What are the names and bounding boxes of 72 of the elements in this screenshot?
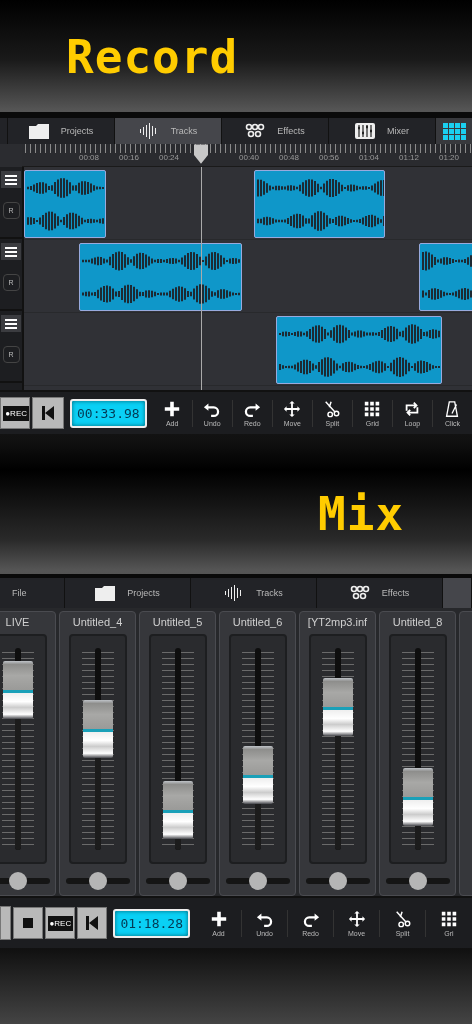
fader-handle[interactable]: [242, 746, 273, 805]
tab[interactable]: Tracks: [191, 578, 317, 608]
record-button[interactable]: ●REC: [0, 397, 30, 429]
time-display: 01:18.28: [113, 908, 190, 938]
channel-name: [YT2mp3.inf: [307, 615, 368, 630]
pan-slider[interactable]: [305, 872, 370, 890]
menu-icon[interactable]: [1, 315, 21, 332]
pan-slider[interactable]: [385, 872, 450, 890]
menu-icon[interactable]: [1, 171, 21, 188]
tab[interactable]: File: [0, 578, 65, 608]
tab[interactable]: Effects: [222, 118, 329, 144]
channel-name: LIVE: [5, 615, 30, 630]
stop-icon: [23, 918, 34, 928]
fader-handle[interactable]: [82, 699, 113, 758]
record-button[interactable]: ●REC: [45, 907, 76, 939]
tab[interactable]: Projects: [8, 118, 115, 144]
transport-button[interactable]: [0, 906, 12, 940]
sliders-icon: [355, 123, 375, 139]
audio-clip[interactable]: [276, 316, 442, 384]
grid-icon: [440, 909, 458, 928]
circles-icon: [349, 585, 370, 601]
time-label: 00:56: [319, 153, 341, 162]
tab[interactable]: Effects: [317, 578, 443, 608]
scissors-icon: [323, 399, 342, 418]
pan-slider[interactable]: [145, 872, 210, 890]
pan-slider[interactable]: [0, 872, 50, 890]
grid-icon[interactable]: [436, 118, 472, 144]
fader-handle[interactable]: [322, 677, 353, 736]
time-label: 00:24: [159, 153, 181, 162]
fader-handle[interactable]: [2, 661, 33, 720]
waveform-icon: [138, 123, 159, 139]
stop-button[interactable]: [13, 907, 44, 939]
fader-handle[interactable]: [162, 780, 193, 839]
time-label: 01:20: [439, 153, 461, 162]
skip-back-icon: [42, 406, 54, 420]
scissors-icon: [393, 909, 412, 928]
heading: Record: [66, 30, 239, 84]
tab[interactable]: Tracks: [115, 118, 222, 144]
tab[interactable]: Projects: [65, 578, 191, 608]
move-icon: [283, 399, 302, 418]
grid-icon: [363, 399, 382, 418]
skip-back-icon: [86, 916, 99, 930]
audio-clip[interactable]: [419, 243, 472, 311]
time-label: 01:12: [399, 153, 421, 162]
plus-icon: [209, 909, 228, 928]
move-icon: [347, 909, 366, 928]
circles-icon: [245, 123, 266, 139]
channel-name: Untitled_4: [72, 615, 123, 630]
channel-name: Untitled_8: [392, 615, 443, 630]
playhead-handle[interactable]: [194, 144, 208, 164]
time-label: 01:04: [359, 153, 381, 162]
time-label: 00:16: [119, 153, 141, 162]
folder-icon: [95, 585, 116, 601]
channel-name: Untitled_6: [232, 615, 283, 630]
audio-clip[interactable]: [24, 170, 106, 238]
pan-slider[interactable]: [65, 872, 130, 890]
time-display: 00:33.98: [70, 398, 147, 428]
plus-icon: [163, 399, 182, 418]
menu-icon[interactable]: [1, 243, 21, 260]
audio-clip[interactable]: [79, 243, 242, 311]
time-label: 00:40: [239, 153, 261, 162]
time-label: 00:48: [279, 153, 301, 162]
tab[interactable]: Mixer: [329, 118, 436, 144]
pan-slider[interactable]: [225, 872, 290, 890]
channel-name: Untitled_5: [152, 615, 203, 630]
rewind-button[interactable]: [77, 907, 108, 939]
time-label: 00:08: [79, 153, 101, 162]
rewind-button[interactable]: [32, 397, 64, 429]
fader-handle[interactable]: [402, 768, 433, 827]
folder-icon: [28, 123, 49, 139]
heading: Mix: [318, 487, 405, 541]
audio-clip[interactable]: [254, 170, 385, 238]
